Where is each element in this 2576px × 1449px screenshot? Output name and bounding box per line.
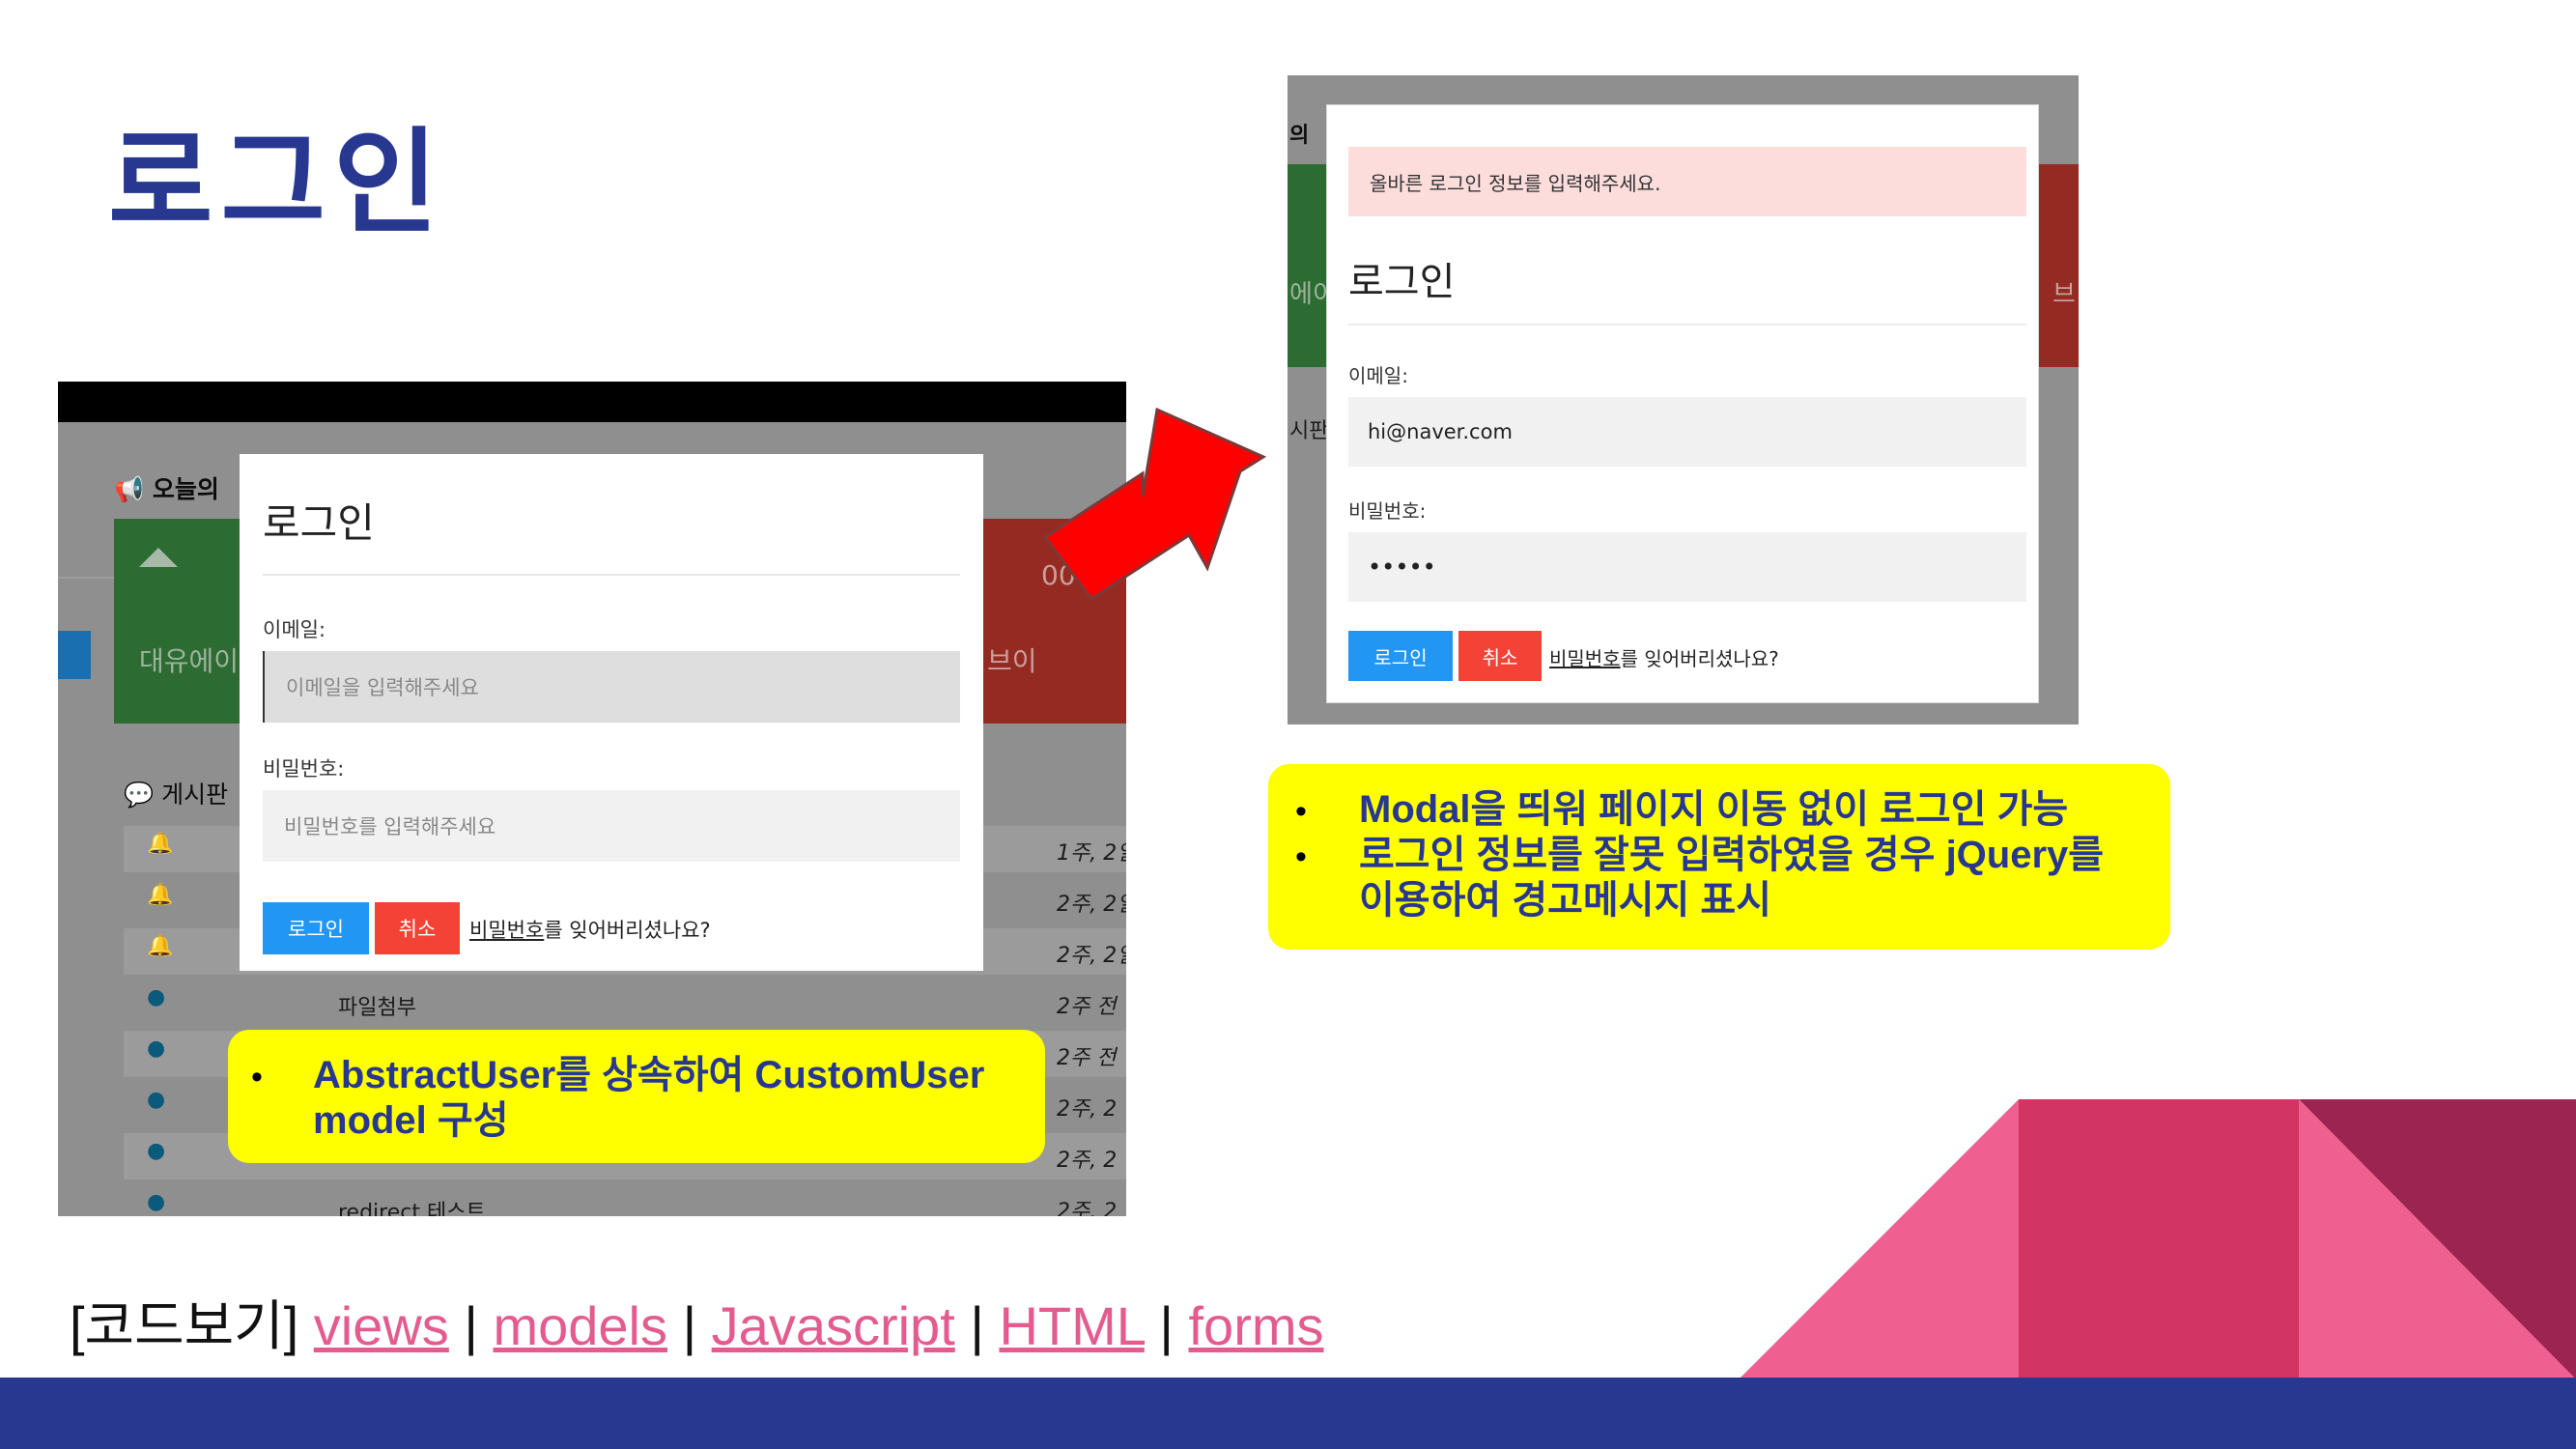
green-tile <box>1288 164 1326 367</box>
left-note: • AbstractUser를 상속하여 CustomUser model 구성 <box>228 1030 1045 1163</box>
forgot-password-text: 비밀번호를 잊어버리셨나요? <box>1549 647 1779 670</box>
link-html[interactable]: HTML <box>999 1295 1144 1356</box>
forgot-password-link[interactable]: 비밀번호 <box>469 919 544 942</box>
row-date: 2주, 2 <box>1057 1149 1118 1173</box>
bullet-dot: • <box>1295 838 1307 875</box>
green-tile: 대유에이 <box>114 519 254 724</box>
left-note-line1: AbstractUser를 상속하여 CustomUser <box>313 1054 985 1096</box>
right-note-bullet1: Modal을 띄워 페이지 이동 없이 로그인 가능 <box>1359 788 2069 831</box>
decorative-triangles <box>1739 1099 2576 1379</box>
today-heading: 📢 오늘의 <box>114 475 219 503</box>
password-label: 비밀번호: <box>263 757 345 781</box>
bottom-bar <box>0 1378 2576 1449</box>
comment-icon: ● <box>147 985 166 1009</box>
error-alert: 올바른 로그인 정보를 입력해주세요. <box>1348 147 2026 216</box>
forgot-password-link[interactable]: 비밀번호 <box>1549 647 1621 670</box>
right-note-bullet2-line1: 로그인 정보를 잘못 입력하였을 경우 jQuery를 <box>1359 834 2105 876</box>
row-date: 2주 전 <box>1057 1046 1117 1070</box>
separator: | <box>682 1295 697 1356</box>
bell-icon: 🔔 <box>147 832 174 856</box>
code-links: [코드보기] views | models | Javascript | HTM… <box>70 1283 1323 1361</box>
login-modal: 올바른 로그인 정보를 입력해주세요. 로그인 이메일: hi@naver.co… <box>1326 104 2039 703</box>
row-title[interactable]: redirect 테스트 <box>338 1195 486 1216</box>
row-date: 2주, 2일 <box>1057 944 1126 968</box>
bell-icon: 🔔 <box>147 883 174 907</box>
link-forms[interactable]: forms <box>1188 1295 1323 1356</box>
row-title[interactable]: 파일첨부 <box>338 990 416 1021</box>
bullet-dot: • <box>251 1059 263 1095</box>
password-input[interactable]: ••••• <box>1348 532 2026 602</box>
red-tile-text: 브이 <box>987 645 1037 677</box>
modal-title: 로그인 <box>263 499 375 547</box>
email-input[interactable]: hi@naver.com <box>1348 397 2026 467</box>
email-input[interactable]: 이메일을 입력해주세요 <box>263 651 960 723</box>
login-modal: 로그인 이메일: 이메일을 입력해주세요 비밀번호: 비밀번호를 입력해주세요 … <box>240 454 983 971</box>
cancel-button[interactable]: 취소 <box>375 902 460 954</box>
password-label: 비밀번호: <box>1348 499 1427 523</box>
link-javascript[interactable]: Javascript <box>712 1295 955 1356</box>
modal-divider <box>1348 324 2026 326</box>
left-note-line2: model 구성 <box>313 1099 509 1142</box>
today-heading-fragment: 의 <box>1289 124 1310 148</box>
green-tile-text: 대유에이 <box>139 645 240 677</box>
cancel-button[interactable]: 취소 <box>1458 631 1542 681</box>
right-note-bullet2-line2: 이용하여 경고메시지 표시 <box>1359 879 1772 922</box>
red-tile <box>2039 164 2079 367</box>
board-heading: 💬 게시판 <box>124 781 229 809</box>
row-date: 2주, 2 <box>1057 1200 1118 1216</box>
separator: | <box>1159 1295 1174 1356</box>
comment-icon: ● <box>147 1088 166 1112</box>
modal-title: 로그인 <box>1348 260 1456 304</box>
right-note: • Modal을 띄워 페이지 이동 없이 로그인 가능 • 로그인 정보를 잘… <box>1268 764 2170 950</box>
slide-title: 로그인 <box>108 116 446 249</box>
code-links-prefix: [코드보기] <box>70 1295 299 1356</box>
separator: | <box>970 1295 984 1356</box>
right-screenshot: 의 에이 시판 브 올바른 로그인 정보를 입력해주세요. 로그인 이메일: h… <box>1288 75 2079 724</box>
password-input[interactable]: 비밀번호를 입력해주세요 <box>263 790 960 862</box>
login-button[interactable]: 로그인 <box>263 902 369 954</box>
comment-icon: ● <box>147 1037 166 1061</box>
login-button[interactable]: 로그인 <box>1348 631 1453 681</box>
email-label: 이메일: <box>263 618 326 641</box>
red-tile-fragment: 브 <box>2052 280 2076 309</box>
row-date: 1주, 2일 <box>1057 841 1126 866</box>
row-date: 2주 전 <box>1057 995 1117 1019</box>
comment-icon: ● <box>147 1139 166 1163</box>
separator: | <box>464 1295 478 1356</box>
comment-icon: ● <box>147 1190 166 1214</box>
arrow-right-icon <box>1042 407 1267 602</box>
link-views[interactable]: views <box>314 1295 449 1356</box>
bullet-dot: • <box>1295 793 1307 830</box>
blue-side-tab <box>58 631 91 679</box>
row-date: 2주, 2 <box>1057 1097 1118 1122</box>
link-models[interactable]: models <box>493 1295 667 1356</box>
modal-divider <box>263 574 960 576</box>
forgot-password-text: 비밀번호를 잊어버리셨나요? <box>469 919 711 942</box>
comments-icon: 💬 <box>124 781 155 809</box>
bell-icon: 🔔 <box>147 934 174 958</box>
row-date: 2주, 2일 <box>1057 893 1126 917</box>
email-label: 이메일: <box>1348 364 1408 387</box>
board-heading-fragment: 시판 <box>1289 419 1329 443</box>
black-top-bar <box>58 382 1126 422</box>
megaphone-icon: 📢 <box>114 475 145 503</box>
arrow-up-icon <box>139 548 178 567</box>
